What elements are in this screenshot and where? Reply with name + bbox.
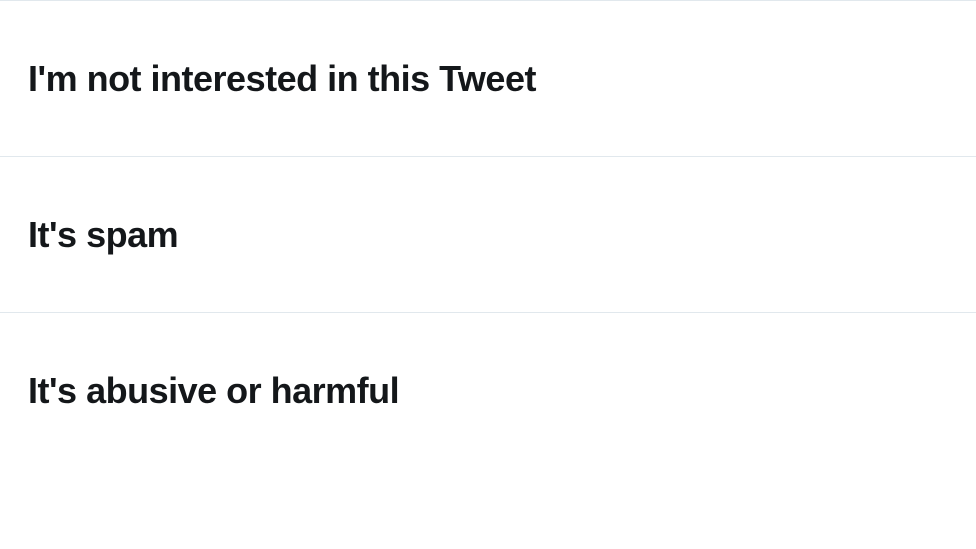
report-option-label: It's spam [28, 214, 178, 255]
report-option-spam[interactable]: It's spam [0, 156, 976, 312]
report-option-abusive[interactable]: It's abusive or harmful [0, 312, 976, 468]
report-option-not-interested[interactable]: I'm not interested in this Tweet [0, 0, 976, 156]
report-option-label: It's abusive or harmful [28, 370, 399, 411]
report-option-label: I'm not interested in this Tweet [28, 58, 536, 99]
report-options-list: I'm not interested in this Tweet It's sp… [0, 0, 976, 469]
